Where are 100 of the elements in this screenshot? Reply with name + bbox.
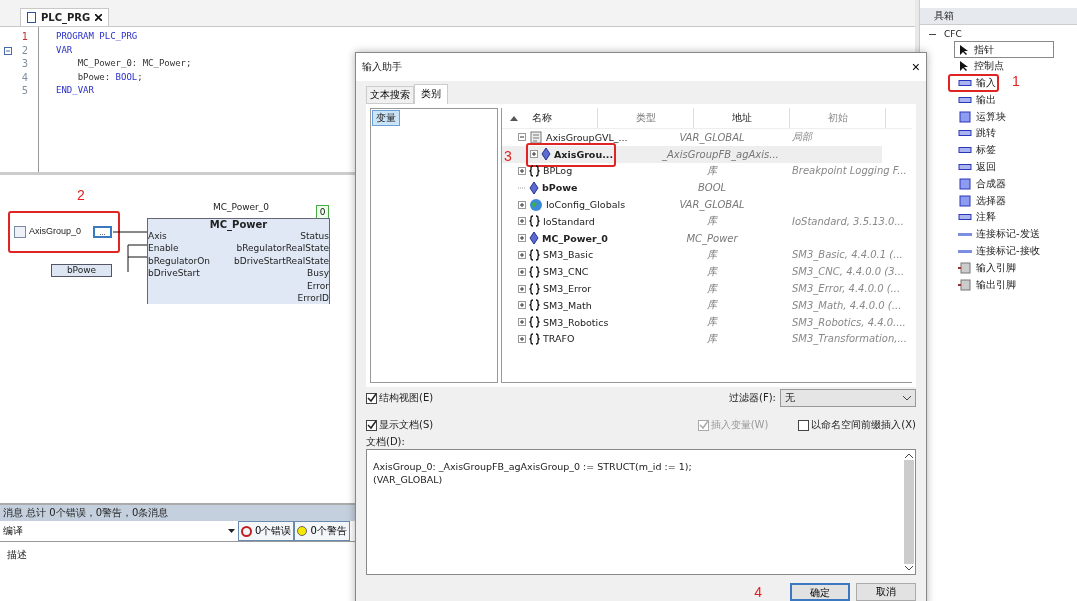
- table-cell-text: 库: [706, 298, 719, 313]
- step-number: 4: [754, 584, 762, 600]
- caret-icon: [228, 529, 235, 533]
- tree-item[interactable]: MC_Power_0: [542, 232, 608, 244]
- field-label: 文档(D):: [366, 435, 406, 449]
- toolbox-item[interactable]: 输入: [954, 74, 1000, 92]
- column-header[interactable]: 地址: [694, 108, 790, 128]
- code-line: PROGRAM PLC_PRG: [56, 30, 139, 43]
- toolbox-item[interactable]: 标签: [954, 141, 1000, 159]
- table-cell-text: IoStandard, 3.5.13.0...: [792, 215, 905, 227]
- column-header[interactable]: 类型: [598, 108, 694, 128]
- expand-icon[interactable]: [518, 334, 526, 343]
- expand-icon[interactable]: [518, 250, 526, 259]
- source-dropdown[interactable]: 编译: [0, 521, 238, 541]
- table-cell-text: SM3_Math, 4.4.0.0 (...: [792, 299, 903, 311]
- tree-item[interactable]: TRAFO: [543, 333, 575, 345]
- warnings-filter[interactable]: 0个警告: [294, 521, 350, 541]
- toolbox-item[interactable]: 注释: [954, 208, 1000, 226]
- column-header: 描述: [6, 548, 28, 562]
- expand-icon[interactable]: [518, 267, 526, 276]
- input-pin: Enable: [148, 242, 180, 255]
- expand-icon[interactable]: [518, 167, 526, 175]
- expand-icon[interactable]: [518, 200, 526, 209]
- toolbox-item[interactable]: 输出引脚: [954, 276, 1020, 294]
- expand-icon[interactable]: [518, 318, 526, 327]
- input-element[interactable]: AxisGroup_0: [29, 225, 82, 237]
- expand-icon[interactable]: [518, 301, 526, 310]
- toolbox-item[interactable]: 输入引脚: [954, 259, 1020, 277]
- errors-filter[interactable]: 0个错误: [238, 521, 295, 541]
- highlight-frame: [948, 73, 999, 92]
- toolbox-item[interactable]: 运算块: [954, 108, 1010, 126]
- expand-icon[interactable]: [518, 217, 526, 226]
- check-icon: [367, 393, 376, 403]
- ok-button[interactable]: 确定: [790, 583, 850, 601]
- expand-icon[interactable]: [530, 150, 538, 159]
- tree-item[interactable]: SM3_Error: [543, 283, 592, 295]
- column-header[interactable]: 初始: [790, 108, 886, 128]
- chevron-up-icon[interactable]: [905, 453, 913, 458]
- close-icon[interactable]: [95, 14, 103, 21]
- tree-item[interactable]: bPowe: [542, 182, 578, 194]
- table-cell-text: VAR_GLOBAL: [678, 131, 746, 143]
- tab[interactable]: 类别: [414, 84, 448, 104]
- toolbox-item[interactable]: 跳转: [954, 125, 1000, 142]
- braces-icon: [529, 165, 540, 177]
- cancel-button[interactable]: 取消: [856, 583, 916, 601]
- braces-icon: [529, 332, 540, 345]
- tree-item[interactable]: IoStandard: [543, 215, 595, 227]
- tree-item[interactable]: BPLog: [543, 165, 573, 177]
- tree-item[interactable]: SM3_CNC: [543, 266, 589, 278]
- tree-item[interactable]: IoConfig_Globals: [546, 199, 626, 211]
- toolbox-item[interactable]: 连接标记-发送: [954, 225, 1044, 243]
- tree-item[interactable]: SM3_Basic: [543, 249, 594, 261]
- browse-button[interactable]: ...: [93, 226, 112, 238]
- block-icon: [958, 177, 972, 190]
- check-icon: [698, 420, 708, 430]
- line-number: 3: [21, 58, 28, 69]
- checkbox[interactable]: 结构视图(E): [366, 391, 434, 405]
- table-cell-text: SM3_Robotics, 4.4.0....: [792, 316, 907, 328]
- tree-item[interactable]: AxisGroupGVL_...: [546, 131, 628, 143]
- function-block[interactable]: MC_Power Axis Enable bRegulatorOn bDriveStart Status bRegulatorRealState bDriveStartRealState Busy Error ErrorID: [147, 218, 330, 304]
- table-cell-text: 局部: [792, 130, 814, 145]
- tree-item[interactable]: AxisGrou...: [554, 148, 613, 160]
- output-pin: Busy: [307, 267, 329, 280]
- tree-item[interactable]: SM3_Math: [543, 299, 592, 311]
- table-cell-text: 库: [706, 164, 719, 178]
- toolbox-item[interactable]: 控制点: [954, 57, 1008, 75]
- input-element[interactable]: bPowe: [51, 264, 112, 277]
- pointer-icon: [958, 43, 970, 56]
- line-number: 4: [21, 71, 28, 83]
- table-cell-text: SM3_Transformation,...: [792, 333, 908, 345]
- table-cell-text: Breakpoint Logging F...: [792, 165, 908, 177]
- close-button[interactable]: ×: [911, 59, 920, 75]
- pin-icon: [958, 278, 972, 291]
- category-item[interactable]: 变量: [372, 110, 400, 126]
- checkbox[interactable]: 以命名空间前缀插入(X): [798, 418, 916, 432]
- collapse-icon[interactable]: [4, 46, 12, 55]
- order-badge: 0: [316, 205, 329, 219]
- toolbox-item[interactable]: 返回: [954, 158, 1000, 176]
- toolbox-item[interactable]: 合成器: [954, 175, 1010, 193]
- tab[interactable]: 文本搜索: [366, 86, 414, 104]
- documentation-text: AxisGroup_0: _AxisGroupFB_agAxisGroup_0 := STRUCT(m_id := 1); (VAR_GLOBAL): [372, 460, 693, 487]
- editor-tab[interactable]: PLC_PRG: [20, 8, 110, 26]
- tree-item[interactable]: SM3_Robotics: [543, 316, 609, 328]
- expand-icon[interactable]: [518, 234, 526, 243]
- chevron-down-icon: [903, 395, 911, 401]
- toolbox-item[interactable]: 选择器: [954, 192, 1010, 210]
- column-header[interactable]: 名称: [526, 108, 598, 128]
- step-number: 1: [1012, 72, 1020, 89]
- toolbox-item[interactable]: 连接标记-接收: [954, 242, 1044, 260]
- table-cell-text: MC_Power: [685, 232, 739, 244]
- expand-icon[interactable]: [518, 284, 526, 293]
- braces-icon: [529, 282, 540, 295]
- table-cell-text: BOOL: [696, 182, 728, 194]
- chevron-down-icon[interactable]: [905, 566, 913, 571]
- input-pin: bRegulatorOn: [148, 254, 211, 268]
- filter-dropdown[interactable]: 无: [780, 389, 916, 407]
- checkbox[interactable]: 显示文档(S): [366, 418, 434, 432]
- sort-icon[interactable]: [510, 115, 518, 121]
- toolbox-item[interactable]: 输出: [954, 91, 1000, 109]
- toolbox-item[interactable]: 指针: [954, 41, 1054, 58]
